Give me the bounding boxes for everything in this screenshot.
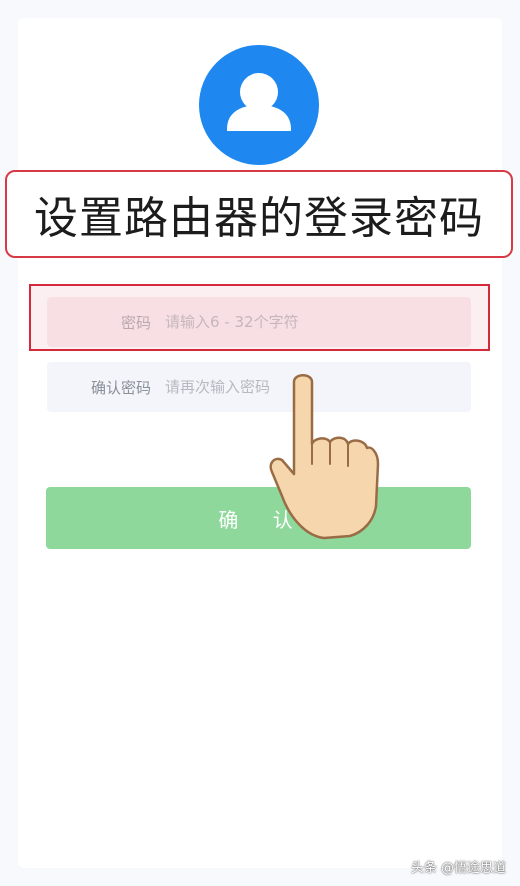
password-label: 密码 xyxy=(120,313,151,332)
watermark-text: 头条 @悟途思道 xyxy=(410,861,506,876)
page-title: 设置路由器的登录密码 xyxy=(34,193,484,244)
confirm-password-label: 确认密码 xyxy=(90,378,151,397)
user-avatar-icon xyxy=(199,45,319,165)
password-input[interactable] xyxy=(165,313,425,331)
confirm-button[interactable]: 确 认 xyxy=(46,487,471,549)
title-banner: 设置路由器的登录密码 xyxy=(5,170,513,258)
pointing-hand-icon xyxy=(268,368,388,547)
confirm-password-field[interactable]: 确认密码 xyxy=(47,362,471,412)
password-field[interactable]: 密码 xyxy=(47,297,471,347)
